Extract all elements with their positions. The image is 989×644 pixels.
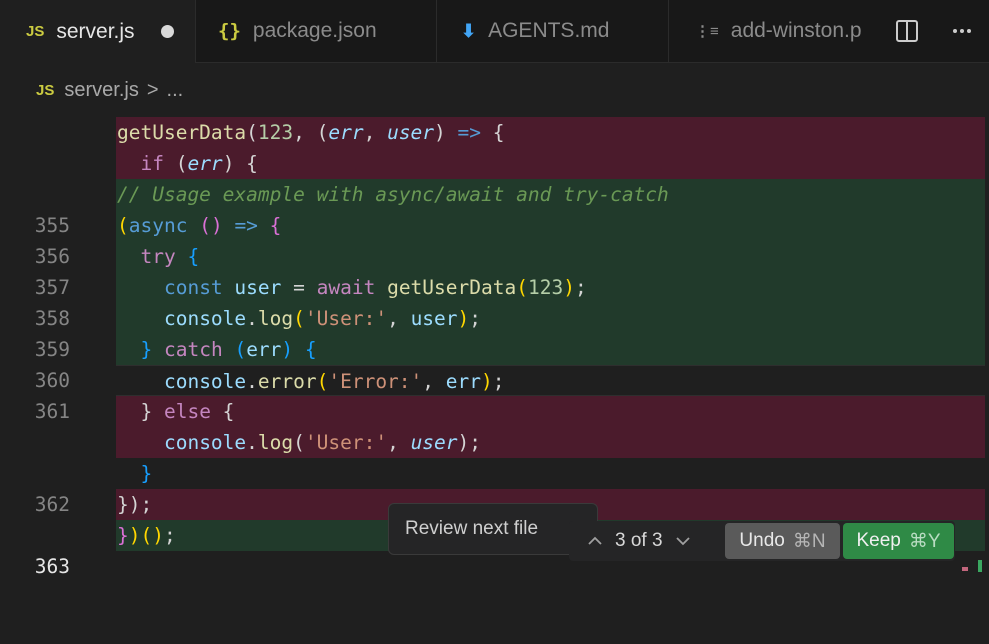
breadcrumb-more[interactable]: ... <box>167 79 184 102</box>
more-actions-icon[interactable] <box>950 19 974 43</box>
chevron-right-icon: > <box>146 78 159 101</box>
markdown-file-icon: ⬇ <box>461 20 477 41</box>
tab-bar: JS server.js {} package.json ⬇ AGENTS.md… <box>0 0 989 63</box>
tab-label: package.json <box>252 19 377 42</box>
change-navigator: 3 of 3 <box>587 530 737 552</box>
javascript-file-icon: JS <box>26 23 45 40</box>
deleted-line: console.log('User:', user); <box>0 427 989 458</box>
inserted-line: 357 try { <box>0 241 989 299</box>
split-editor-icon[interactable] <box>895 19 919 43</box>
undo-button[interactable]: Undo ⌘N <box>725 523 840 559</box>
minimap-insertion-marker <box>978 560 982 572</box>
tab-label: add-winston.p <box>730 19 862 42</box>
code-text: getUserData(123, (err, user) => { <box>116 117 985 148</box>
undo-shortcut: ⌘N <box>792 530 826 552</box>
inserted-line: 356 (async () => { <box>0 210 989 268</box>
code-text: } else { <box>116 396 985 427</box>
tab-label: AGENTS.md <box>488 19 610 42</box>
keep-label: Keep <box>856 530 901 551</box>
keep-shortcut: ⌘Y <box>908 530 941 552</box>
keep-button[interactable]: Keep ⌘Y <box>843 523 954 559</box>
deleted-line: getUserData(123, (err, user) => { <box>0 117 989 148</box>
context-line: 361 console.error('Error:', err); <box>0 365 989 423</box>
unsaved-dot-icon[interactable] <box>160 25 174 38</box>
line-number: 363 <box>34 555 70 578</box>
tab-add-winston[interactable]: ⋮≡ add-winston.p <box>669 0 879 62</box>
code-text: (async () => { <box>116 210 985 241</box>
deleted-line: } else { <box>0 396 989 427</box>
undo-label: Undo <box>739 530 785 551</box>
breadcrumb: JS server.js > ... <box>36 76 183 104</box>
code-text: } <box>116 458 985 489</box>
chevron-up-icon[interactable] <box>587 535 603 547</box>
review-next-file-label: Review next file <box>405 518 539 539</box>
editor-actions <box>879 0 989 62</box>
javascript-file-icon: JS <box>36 81 55 99</box>
review-toolbar: 3 of 3 Undo ⌘N Keep ⌘Y <box>569 521 955 561</box>
code-text: } catch (err) { <box>116 334 985 365</box>
json-file-icon: {} <box>218 20 241 42</box>
code-text: if (err) { <box>116 148 985 179</box>
context-line: 362 } <box>0 458 989 516</box>
chevron-down-icon[interactable] <box>675 535 691 547</box>
code-editor[interactable]: getUserData(123, (err, user) => { if (er… <box>0 117 989 578</box>
plan-file-icon: ⋮≡ <box>695 23 719 40</box>
code-text: console.log('User:', user); <box>116 303 985 334</box>
inserted-line: 355 // Usage example with async/await an… <box>0 179 989 237</box>
code-text: const user = await getUserData(123); <box>116 272 985 303</box>
code-text: // Usage example with async/await and tr… <box>116 179 985 210</box>
inserted-line: 360 } catch (err) { <box>0 334 989 392</box>
inserted-line: 359 console.log('User:', user); <box>0 303 989 361</box>
minimap-deletion-marker <box>962 567 968 571</box>
code-text: try { <box>116 241 985 272</box>
deleted-line: if (err) { <box>0 148 989 179</box>
tab-package-json[interactable]: {} package.json <box>196 0 437 62</box>
tab-agents-md[interactable]: ⬇ AGENTS.md <box>437 0 669 62</box>
change-counter: 3 of 3 <box>615 530 663 551</box>
review-next-file-button[interactable]: Review next file <box>388 503 598 555</box>
inserted-line: 358 const user = await getUserData(123); <box>0 272 989 330</box>
breadcrumb-file[interactable]: server.js <box>64 79 138 102</box>
tab-server-js[interactable]: JS server.js <box>0 0 196 63</box>
tab-label: server.js <box>56 19 135 43</box>
code-text: console.error('Error:', err); <box>116 365 985 396</box>
code-text: console.log('User:', user); <box>116 427 985 458</box>
